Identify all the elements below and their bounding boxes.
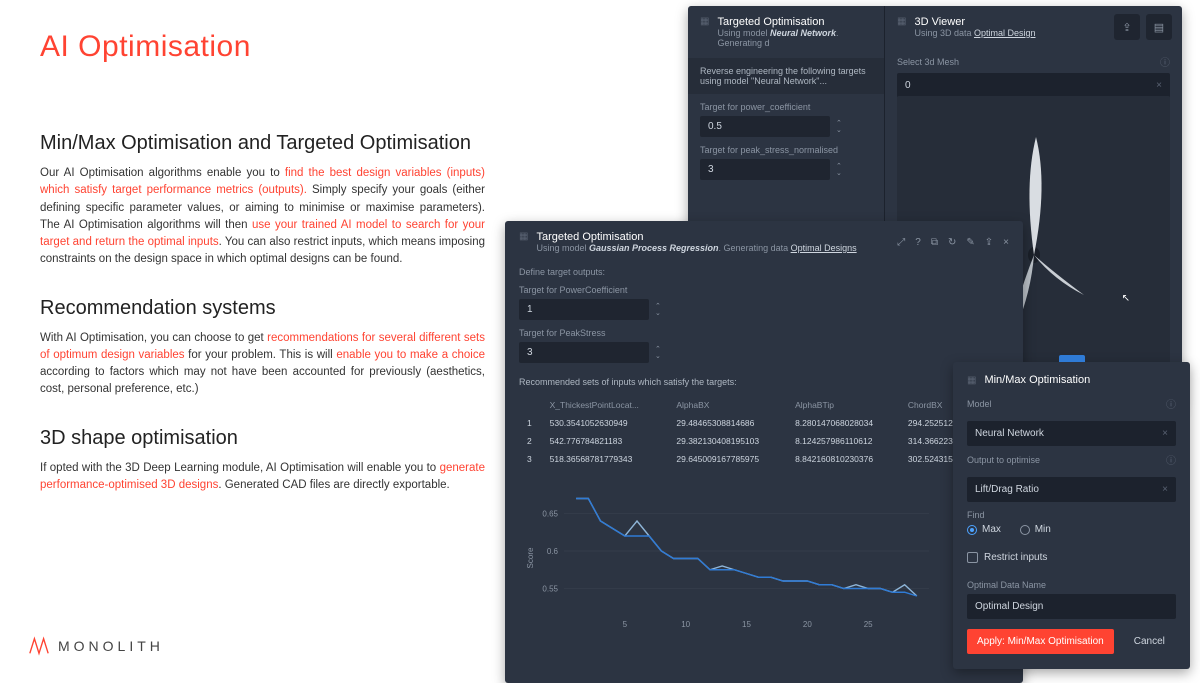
stepper-arrows[interactable]: ⌃⌄ [655, 303, 661, 317]
panel-subtitle: Using 3D data Optimal Design [914, 28, 1035, 38]
field-label: Model [967, 399, 992, 409]
section-heading: Min/Max Optimisation and Targeted Optimi… [40, 132, 485, 155]
section-recommendation: Recommendation systems With AI Optimisat… [40, 297, 485, 399]
clear-icon[interactable]: × [1162, 428, 1168, 439]
svg-text:0.65: 0.65 [542, 510, 558, 519]
radio-max[interactable]: Max [967, 524, 1001, 535]
brand-name: MONOLITH [58, 638, 164, 654]
refresh-icon[interactable]: ↻ [948, 237, 956, 248]
section-heading: Recommendation systems [40, 297, 485, 320]
field-label: Optimal Data Name [967, 580, 1176, 590]
table-header: X_ThickestPointLocat... [544, 397, 669, 413]
section-body: With AI Optimisation, you can choose to … [40, 330, 485, 399]
table-header: AlphaBX [670, 397, 787, 413]
help-icon[interactable]: ? [915, 237, 921, 248]
panel-title: Targeted Optimisation [717, 16, 872, 28]
recs-label: Recommended sets of inputs which satisfy… [519, 377, 1009, 387]
panel-subtitle: Using model Neural Network. Generating d [717, 28, 872, 48]
field-label: Find [967, 510, 1176, 520]
svg-text:5: 5 [623, 620, 628, 629]
field-label: Target for peak_stress_normalised [700, 145, 872, 155]
panel-title: 3D Viewer [914, 16, 1035, 28]
target-stress-input[interactable] [700, 159, 830, 180]
monolith-icon [28, 635, 50, 657]
grid-icon: ▦ [967, 375, 976, 386]
grid-icon: ▦ [700, 16, 709, 27]
table-header [521, 397, 542, 413]
svg-text:0.6: 0.6 [547, 547, 559, 556]
table-header: AlphaBTip [789, 397, 900, 413]
apply-button[interactable]: Apply: Min/Max Optimisation [967, 629, 1114, 654]
clear-icon[interactable]: × [1162, 484, 1168, 495]
svg-text:0.55: 0.55 [542, 585, 558, 594]
settings-icon[interactable]: ▤ [1146, 14, 1172, 40]
clear-icon[interactable]: × [1156, 80, 1162, 91]
model-select[interactable]: Neural Network× [967, 421, 1176, 446]
info-icon[interactable]: ⓘ [1160, 54, 1170, 69]
svg-text:20: 20 [803, 620, 812, 629]
cancel-button[interactable]: Cancel [1124, 629, 1175, 654]
score-chart: Current Best 0.550.60.65510152025Score [519, 483, 1009, 633]
field-label: Select 3d Mesh [897, 57, 959, 67]
brand-logo: MONOLITH [28, 635, 164, 657]
table-row[interactable]: 1530.354105263094929.484653088146868.280… [521, 415, 1007, 431]
panel-title: Min/Max Optimisation [984, 374, 1090, 386]
panel-tab-handle[interactable] [1059, 355, 1085, 362]
optimal-name-input[interactable] [967, 594, 1176, 619]
targeted-optimisation-big: ▦ Targeted Optimisation Using model Gaus… [505, 221, 1023, 683]
stepper-arrows[interactable]: ⌃⌄ [836, 120, 842, 134]
close-icon[interactable]: × [1003, 237, 1009, 248]
svg-text:25: 25 [864, 620, 873, 629]
edit-icon[interactable]: ✎ [966, 237, 974, 248]
table-row[interactable]: 3518.3656878177934329.6450091677859758.8… [521, 451, 1007, 467]
cursor-icon: ↖ [1122, 293, 1130, 304]
target-stress-input[interactable] [519, 342, 649, 363]
status-text: using model "Neural Network"... [700, 76, 872, 86]
radio-min[interactable]: Min [1020, 524, 1051, 535]
field-label: Target for power_coefficient [700, 102, 872, 112]
panel-title: Targeted Optimisation [536, 231, 856, 243]
field-label: Target for PowerCoefficient [519, 285, 1009, 295]
upload-icon[interactable]: ⇪ [985, 237, 993, 248]
upload-icon[interactable]: ⇪ [1114, 14, 1140, 40]
page-title: AI Optimisation [40, 30, 485, 64]
section-minmax: Min/Max Optimisation and Targeted Optimi… [40, 132, 485, 269]
field-label: Define target outputs: [519, 267, 1009, 277]
grid-icon: ▦ [519, 231, 528, 253]
minmax-panel: ▦ Min/Max Optimisation Model ⓘ Neural Ne… [953, 362, 1190, 669]
recs-table: X_ThickestPointLocat...AlphaBXAlphaBTipC… [519, 395, 1009, 469]
info-icon[interactable]: ⓘ [1166, 452, 1176, 467]
field-label: Target for PeakStress [519, 328, 1009, 338]
stepper-arrows[interactable]: ⌃⌄ [836, 163, 842, 177]
output-select[interactable]: Lift/Drag Ratio× [967, 477, 1176, 502]
section-heading: 3D shape optimisation [40, 427, 485, 450]
grid-icon: ▦ [897, 16, 906, 27]
svg-text:Score: Score [526, 547, 535, 568]
layers-icon[interactable]: ⧉ [931, 237, 938, 248]
field-label: Output to optimise [967, 455, 1040, 465]
section-3d: 3D shape optimisation If opted with the … [40, 427, 485, 495]
expand-icon[interactable]: ⤢ [897, 237, 905, 248]
restrict-checkbox[interactable]: Restrict inputs [967, 552, 1047, 563]
mesh-select[interactable]: 0× [897, 73, 1170, 98]
chart-svg: 0.55 0.6 0.65 5 10 15 20 25 Score [519, 483, 1009, 633]
panel-subtitle: Using model Gaussian Process Regression.… [536, 243, 856, 253]
info-icon[interactable]: ⓘ [1166, 396, 1176, 411]
table-row[interactable]: 2542.77678482118329.3821304081951038.124… [521, 433, 1007, 449]
target-power-input[interactable] [519, 299, 649, 320]
target-power-input[interactable] [700, 116, 830, 137]
stepper-arrows[interactable]: ⌃⌄ [655, 346, 661, 360]
status-text: Reverse engineering the following target… [700, 66, 872, 76]
svg-text:10: 10 [681, 620, 690, 629]
section-body: If opted with the 3D Deep Learning modul… [40, 460, 485, 495]
section-body: Our AI Optimisation algorithms enable yo… [40, 165, 485, 269]
svg-text:15: 15 [742, 620, 751, 629]
